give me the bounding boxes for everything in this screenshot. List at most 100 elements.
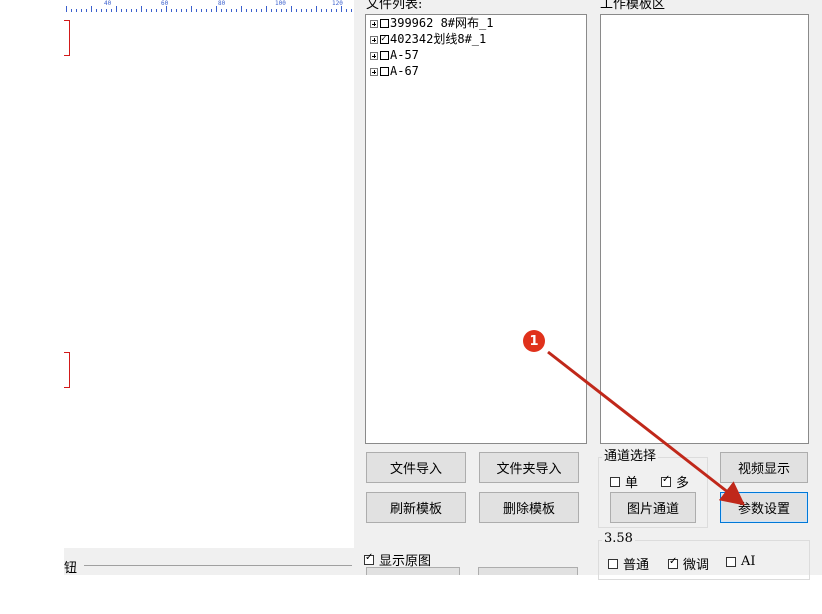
ruler-tick bbox=[236, 9, 237, 12]
single-channel-option[interactable]: 单 bbox=[610, 472, 638, 491]
ruler-tick bbox=[241, 6, 242, 12]
tree-item-label: 399962 8#网布_1 bbox=[390, 16, 494, 30]
ruler-tick bbox=[251, 9, 252, 12]
expand-icon[interactable] bbox=[370, 35, 378, 44]
ruler-tick bbox=[226, 9, 227, 12]
multi-channel-label: 多 bbox=[676, 476, 690, 491]
ruler-tick bbox=[296, 9, 297, 12]
ruler-tick bbox=[336, 9, 337, 12]
ruler-tick bbox=[216, 6, 217, 12]
ruler-label: 40 bbox=[104, 0, 112, 7]
file-import-button[interactable]: 文件导入 bbox=[366, 452, 466, 483]
ruler-tick bbox=[96, 9, 97, 12]
ai-mode-option[interactable]: AI bbox=[726, 554, 756, 569]
ruler: 40 60 80 100 120 bbox=[64, 0, 354, 16]
ruler-tick bbox=[261, 9, 262, 12]
checkbox-icon[interactable] bbox=[380, 51, 389, 60]
normal-mode-option[interactable]: 普通 bbox=[608, 554, 649, 573]
checkbox-icon[interactable] bbox=[364, 552, 374, 565]
ruler-label: 60 bbox=[161, 0, 169, 7]
hidden-button-1[interactable] bbox=[366, 567, 460, 575]
fine-tune-label: 微调 bbox=[683, 558, 710, 573]
ruler-label: 80 bbox=[218, 0, 226, 7]
ruler-tick bbox=[316, 6, 317, 12]
ruler-tick bbox=[276, 9, 277, 12]
ruler-tick bbox=[331, 9, 332, 12]
ruler-tick bbox=[246, 9, 247, 12]
channel-select-label: 通道选择 bbox=[602, 449, 659, 464]
expand-icon[interactable] bbox=[370, 19, 378, 28]
checkbox-icon[interactable] bbox=[380, 32, 389, 47]
ruler-tick bbox=[326, 9, 327, 12]
ruler-tick bbox=[221, 9, 222, 12]
ruler-tick bbox=[71, 9, 72, 12]
checkbox-icon[interactable] bbox=[380, 19, 389, 28]
ruler-tick bbox=[351, 9, 352, 12]
image-channel-button[interactable]: 图片通道 bbox=[610, 492, 696, 523]
ruler-tick bbox=[266, 6, 267, 12]
video-display-button[interactable]: 视频显示 bbox=[720, 452, 808, 483]
ruler-label: 100 bbox=[275, 0, 286, 7]
tree-item[interactable]: 399962 8#网布_1 bbox=[370, 16, 493, 31]
ruler-tick bbox=[281, 9, 282, 12]
ruler-tick bbox=[81, 9, 82, 12]
normal-mode-label: 普通 bbox=[623, 558, 650, 573]
ruler-tick bbox=[76, 9, 77, 12]
ruler-tick bbox=[291, 6, 292, 12]
checkbox-icon[interactable] bbox=[726, 556, 736, 567]
ruler-tick bbox=[311, 9, 312, 12]
expand-icon[interactable] bbox=[370, 67, 378, 76]
ruler-tick bbox=[151, 9, 152, 12]
work-template-list[interactable] bbox=[600, 14, 809, 444]
ruler-tick bbox=[86, 9, 87, 12]
checkbox-icon[interactable] bbox=[661, 474, 671, 487]
ruler-tick bbox=[141, 6, 142, 12]
tree-item[interactable]: 402342划线8#_1 bbox=[370, 32, 486, 47]
ruler-tick bbox=[271, 9, 272, 12]
image-canvas[interactable]: 40 60 80 100 120 bbox=[64, 0, 354, 548]
refresh-template-button[interactable]: 刷新模板 bbox=[366, 492, 466, 523]
tree-item-label: A-67 bbox=[390, 64, 419, 78]
tree-item[interactable]: A-57 bbox=[370, 48, 419, 63]
ruler-tick bbox=[136, 9, 137, 12]
tree-item[interactable]: A-67 bbox=[370, 64, 419, 79]
ruler-tick bbox=[306, 9, 307, 12]
ruler-tick bbox=[171, 9, 172, 12]
ruler-label: 120 bbox=[332, 0, 343, 7]
ruler-tick bbox=[346, 9, 347, 12]
checkbox-icon[interactable] bbox=[380, 67, 389, 76]
ruler-tick bbox=[286, 9, 287, 12]
single-channel-label: 单 bbox=[625, 476, 639, 491]
ruler-tick bbox=[111, 9, 112, 12]
checkbox-icon[interactable] bbox=[608, 558, 618, 569]
fine-tune-option[interactable]: 微调 bbox=[668, 554, 709, 573]
separator-line bbox=[84, 565, 352, 566]
red-bracket-top bbox=[64, 20, 70, 56]
checkbox-icon[interactable] bbox=[668, 556, 678, 569]
status-value: 3.58 bbox=[602, 531, 635, 546]
red-bracket-bottom bbox=[64, 352, 70, 388]
expand-icon[interactable] bbox=[370, 51, 378, 60]
multi-channel-option[interactable]: 多 bbox=[661, 472, 689, 491]
param-settings-button[interactable]: 参数设置 bbox=[720, 492, 808, 523]
bottom-strip-label: 钮 bbox=[64, 561, 78, 576]
ruler-tick bbox=[211, 9, 212, 12]
ruler-tick bbox=[121, 9, 122, 12]
ruler-tick bbox=[106, 9, 107, 12]
ruler-tick bbox=[321, 9, 322, 12]
folder-import-button[interactable]: 文件夹导入 bbox=[479, 452, 579, 483]
ruler-tick bbox=[116, 6, 117, 12]
checkbox-icon[interactable] bbox=[610, 476, 620, 487]
work-template-label: 工作模板区 bbox=[598, 0, 668, 12]
ruler-tick bbox=[66, 6, 67, 12]
ruler-tick bbox=[101, 9, 102, 12]
file-list-label: 文件列表: bbox=[364, 0, 425, 12]
bottom-strip: 钮 bbox=[64, 548, 354, 576]
file-list-tree[interactable]: 399962 8#网布_1 402342划线8#_1 A-57 A-67 bbox=[365, 14, 587, 444]
delete-template-button[interactable]: 删除模板 bbox=[479, 492, 579, 523]
ruler-tick bbox=[256, 9, 257, 12]
annotation-badge: 1 bbox=[523, 330, 545, 352]
ruler-tick bbox=[181, 9, 182, 12]
hidden-button-2[interactable] bbox=[478, 567, 578, 575]
tree-item-label: A-57 bbox=[390, 48, 419, 62]
